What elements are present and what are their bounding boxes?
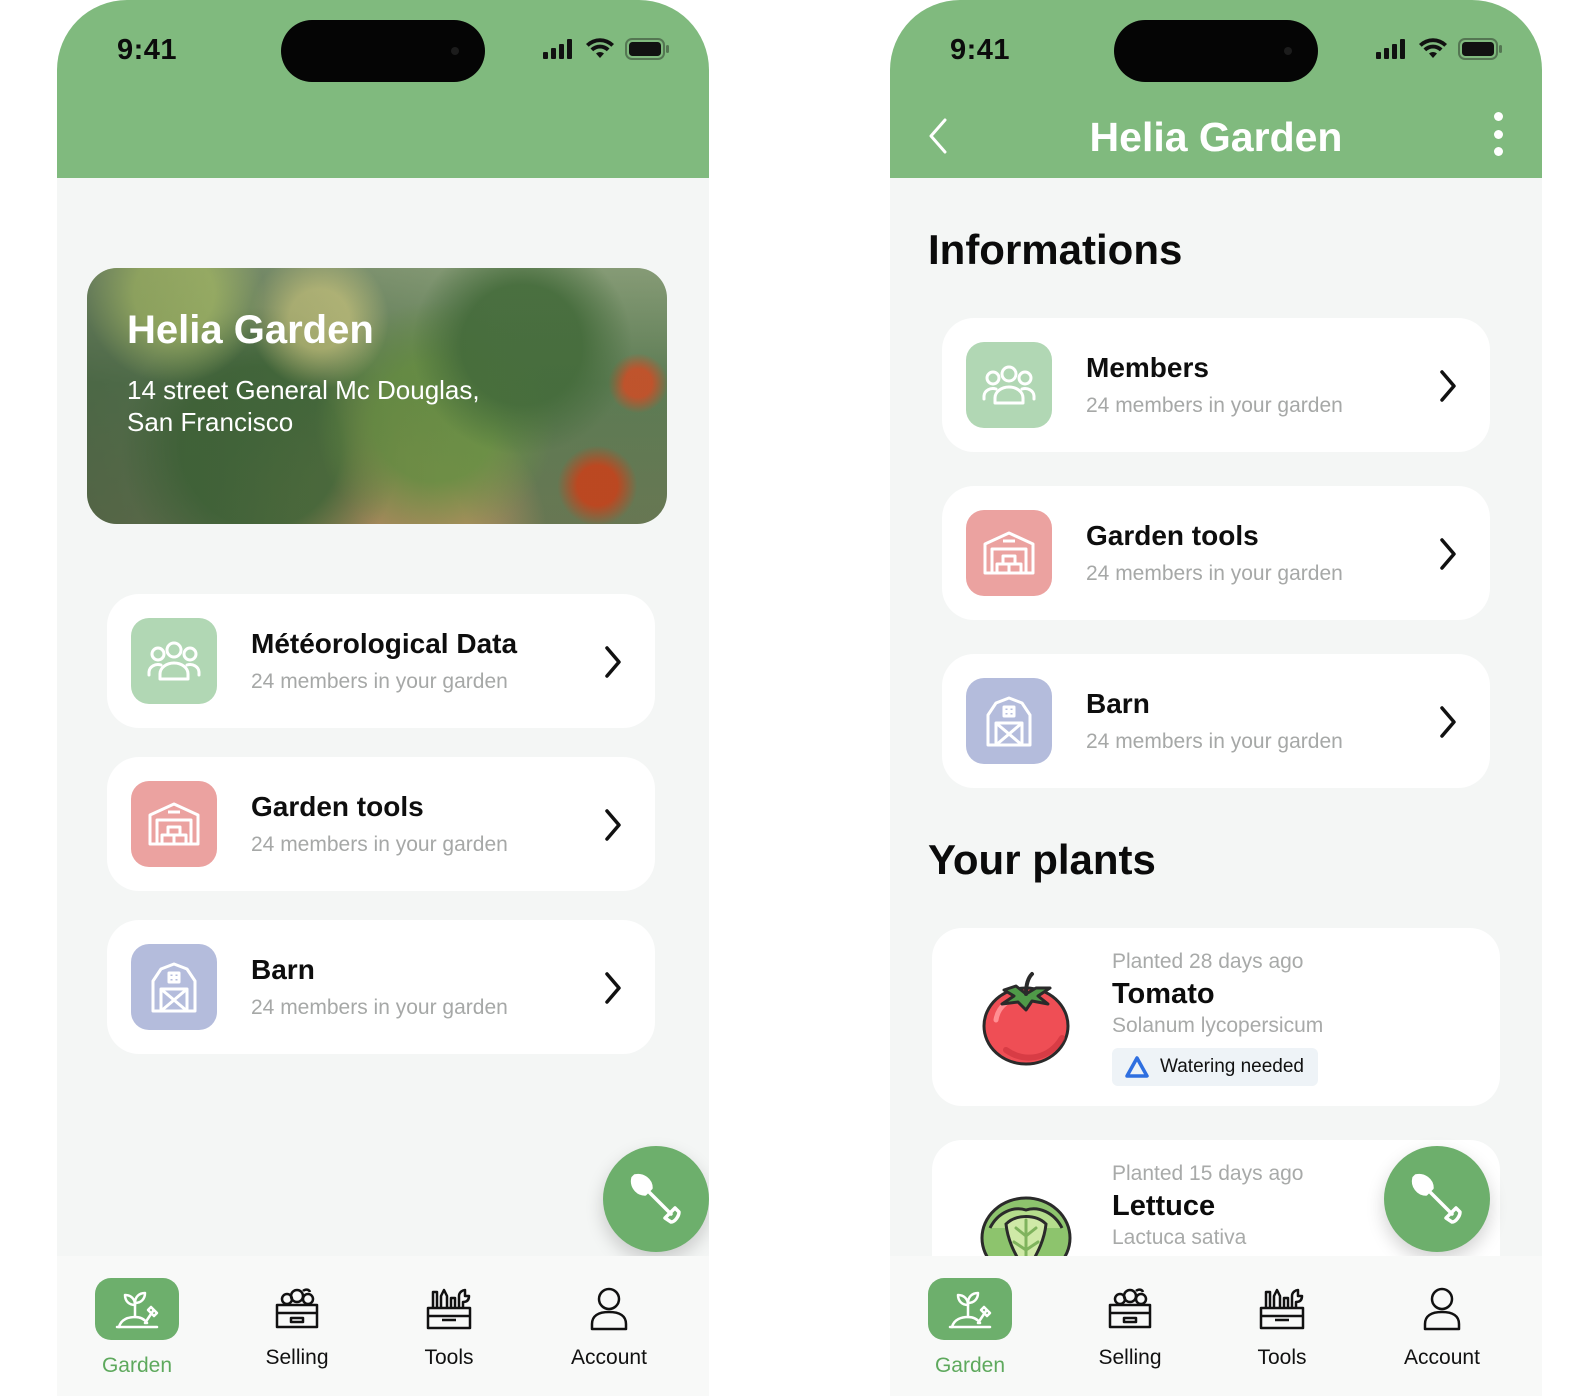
plant-latin-name: Solanum lycopersicum xyxy=(1112,1014,1324,1037)
card-garden-tools[interactable]: Garden tools 24 members in your garden xyxy=(942,486,1490,620)
hero-title: Helia Garden xyxy=(127,308,374,352)
tools-icon xyxy=(407,1278,491,1340)
more-options-button[interactable] xyxy=(1488,112,1508,156)
nav-garden[interactable]: Garden xyxy=(67,1278,207,1388)
garden-home-screen: 9:41 Helia Garden 14 street General Mc D… xyxy=(57,0,709,1396)
dynamic-island xyxy=(1114,20,1318,82)
card-title: Barn xyxy=(251,954,315,985)
nav-label: Selling xyxy=(265,1346,329,1369)
members-icon xyxy=(131,618,217,704)
card-title: Garden tools xyxy=(251,791,424,822)
your-plants-heading: Your plants xyxy=(928,836,1156,883)
nav-account[interactable]: Account xyxy=(1372,1278,1512,1388)
chevron-right-icon xyxy=(595,968,631,1008)
wifi-icon xyxy=(1419,38,1447,58)
card-meteorological-data[interactable]: Météorological Data 24 members in your g… xyxy=(107,594,655,728)
nav-label: Tools xyxy=(1257,1346,1307,1369)
informations-heading: Informations xyxy=(928,226,1183,273)
warehouse-icon xyxy=(966,510,1052,596)
barn-icon xyxy=(966,678,1052,764)
nav-selling[interactable]: Selling xyxy=(1060,1278,1200,1388)
nav-label: Account xyxy=(1404,1346,1480,1369)
nav-label: Garden xyxy=(101,1354,173,1377)
selling-icon xyxy=(1088,1278,1172,1340)
card-title: Members xyxy=(1086,352,1209,383)
chevron-right-icon xyxy=(1430,534,1466,574)
nav-garden[interactable]: Garden xyxy=(900,1278,1040,1388)
status-icons xyxy=(543,38,669,60)
card-title: Météorological Data xyxy=(251,628,518,659)
more-dot xyxy=(1493,112,1503,121)
card-barn[interactable]: Barn 24 members in your garden xyxy=(942,654,1490,788)
card-members[interactable]: Members 24 members in your garden xyxy=(942,318,1490,452)
nav-label: Account xyxy=(571,1346,647,1369)
app-header: 9:41 Helia Garden xyxy=(890,0,1542,178)
warehouse-icon xyxy=(131,781,217,867)
nav-account[interactable]: Account xyxy=(539,1278,679,1388)
add-plant-fab[interactable] xyxy=(603,1146,709,1252)
garden-icon xyxy=(95,1278,179,1340)
nav-label: Garden xyxy=(934,1354,1006,1377)
shovel-icon xyxy=(630,1173,681,1224)
card-subtitle: 24 members in your garden xyxy=(251,833,508,856)
plant-name: Lettuce xyxy=(1112,1190,1216,1222)
warning-triangle-icon xyxy=(1125,1056,1149,1078)
bottom-nav: Garden Selling Tools Account xyxy=(57,1256,709,1396)
tomato-icon xyxy=(982,972,1070,1066)
wifi-icon xyxy=(586,38,614,58)
badge-label: Watering needed xyxy=(1160,1056,1305,1077)
more-dot xyxy=(1493,129,1503,139)
add-plant-fab[interactable] xyxy=(1384,1146,1490,1252)
plant-name: Tomato xyxy=(1112,978,1215,1010)
selling-icon xyxy=(255,1278,339,1340)
hero-address: 14 street General Mc Douglas, San Franci… xyxy=(127,374,547,438)
members-icon xyxy=(966,342,1052,428)
chevron-right-icon xyxy=(595,805,631,845)
plant-planted-date: Planted 28 days ago xyxy=(1112,950,1304,973)
nav-label: Tools xyxy=(424,1346,474,1369)
status-time: 9:41 xyxy=(950,34,1011,66)
card-garden-tools[interactable]: Garden tools 24 members in your garden xyxy=(107,757,655,891)
tools-icon xyxy=(1240,1278,1324,1340)
signal-icon xyxy=(1376,39,1405,59)
app-header: 9:41 xyxy=(57,0,709,178)
status-time: 9:41 xyxy=(117,34,178,66)
address-line-1: 14 street General Mc Douglas, xyxy=(127,375,480,405)
chevron-right-icon xyxy=(1430,702,1466,742)
bottom-nav: Garden Selling Tools Account xyxy=(890,1256,1542,1396)
address-line-2: San Francisco xyxy=(127,407,294,437)
page-title: Helia Garden xyxy=(1089,114,1343,160)
watering-needed-badge: Watering needed xyxy=(1112,1048,1319,1086)
battery-icon xyxy=(625,38,669,60)
barn-icon xyxy=(131,944,217,1030)
nav-selling[interactable]: Selling xyxy=(227,1278,367,1388)
plant-card-tomato[interactable]: Planted 28 days ago Tomato Solanum lycop… xyxy=(932,928,1500,1106)
nav-tools[interactable]: Tools xyxy=(1212,1278,1352,1388)
card-title: Barn xyxy=(1086,688,1150,719)
chevron-right-icon xyxy=(1430,366,1466,406)
plant-latin-name: Lactuca sativa xyxy=(1112,1226,1247,1249)
chevron-right-icon xyxy=(595,642,631,682)
card-subtitle: 24 members in your garden xyxy=(251,670,508,693)
nav-tools[interactable]: Tools xyxy=(379,1278,519,1388)
plant-planted-date: Planted 15 days ago xyxy=(1112,1162,1304,1185)
shovel-icon xyxy=(1411,1173,1462,1224)
card-subtitle: 24 members in your garden xyxy=(251,996,508,1019)
dynamic-island xyxy=(281,20,485,82)
card-barn[interactable]: Barn 24 members in your garden xyxy=(107,920,655,1054)
signal-icon xyxy=(543,39,572,59)
card-subtitle: 24 members in your garden xyxy=(1086,394,1343,417)
status-icons xyxy=(1376,38,1502,60)
garden-detail-screen: 9:41 Helia Garden Informations Members 2… xyxy=(890,0,1542,1396)
battery-icon xyxy=(1458,38,1502,60)
nav-label: Selling xyxy=(1098,1346,1162,1369)
garden-icon xyxy=(928,1278,1012,1340)
account-icon xyxy=(567,1278,651,1340)
card-subtitle: 24 members in your garden xyxy=(1086,562,1343,585)
account-icon xyxy=(1400,1278,1484,1340)
card-title: Garden tools xyxy=(1086,520,1259,551)
card-subtitle: 24 members in your garden xyxy=(1086,730,1343,753)
garden-hero-card[interactable]: Helia Garden 14 street General Mc Dougla… xyxy=(87,268,667,524)
more-dot xyxy=(1493,147,1503,156)
